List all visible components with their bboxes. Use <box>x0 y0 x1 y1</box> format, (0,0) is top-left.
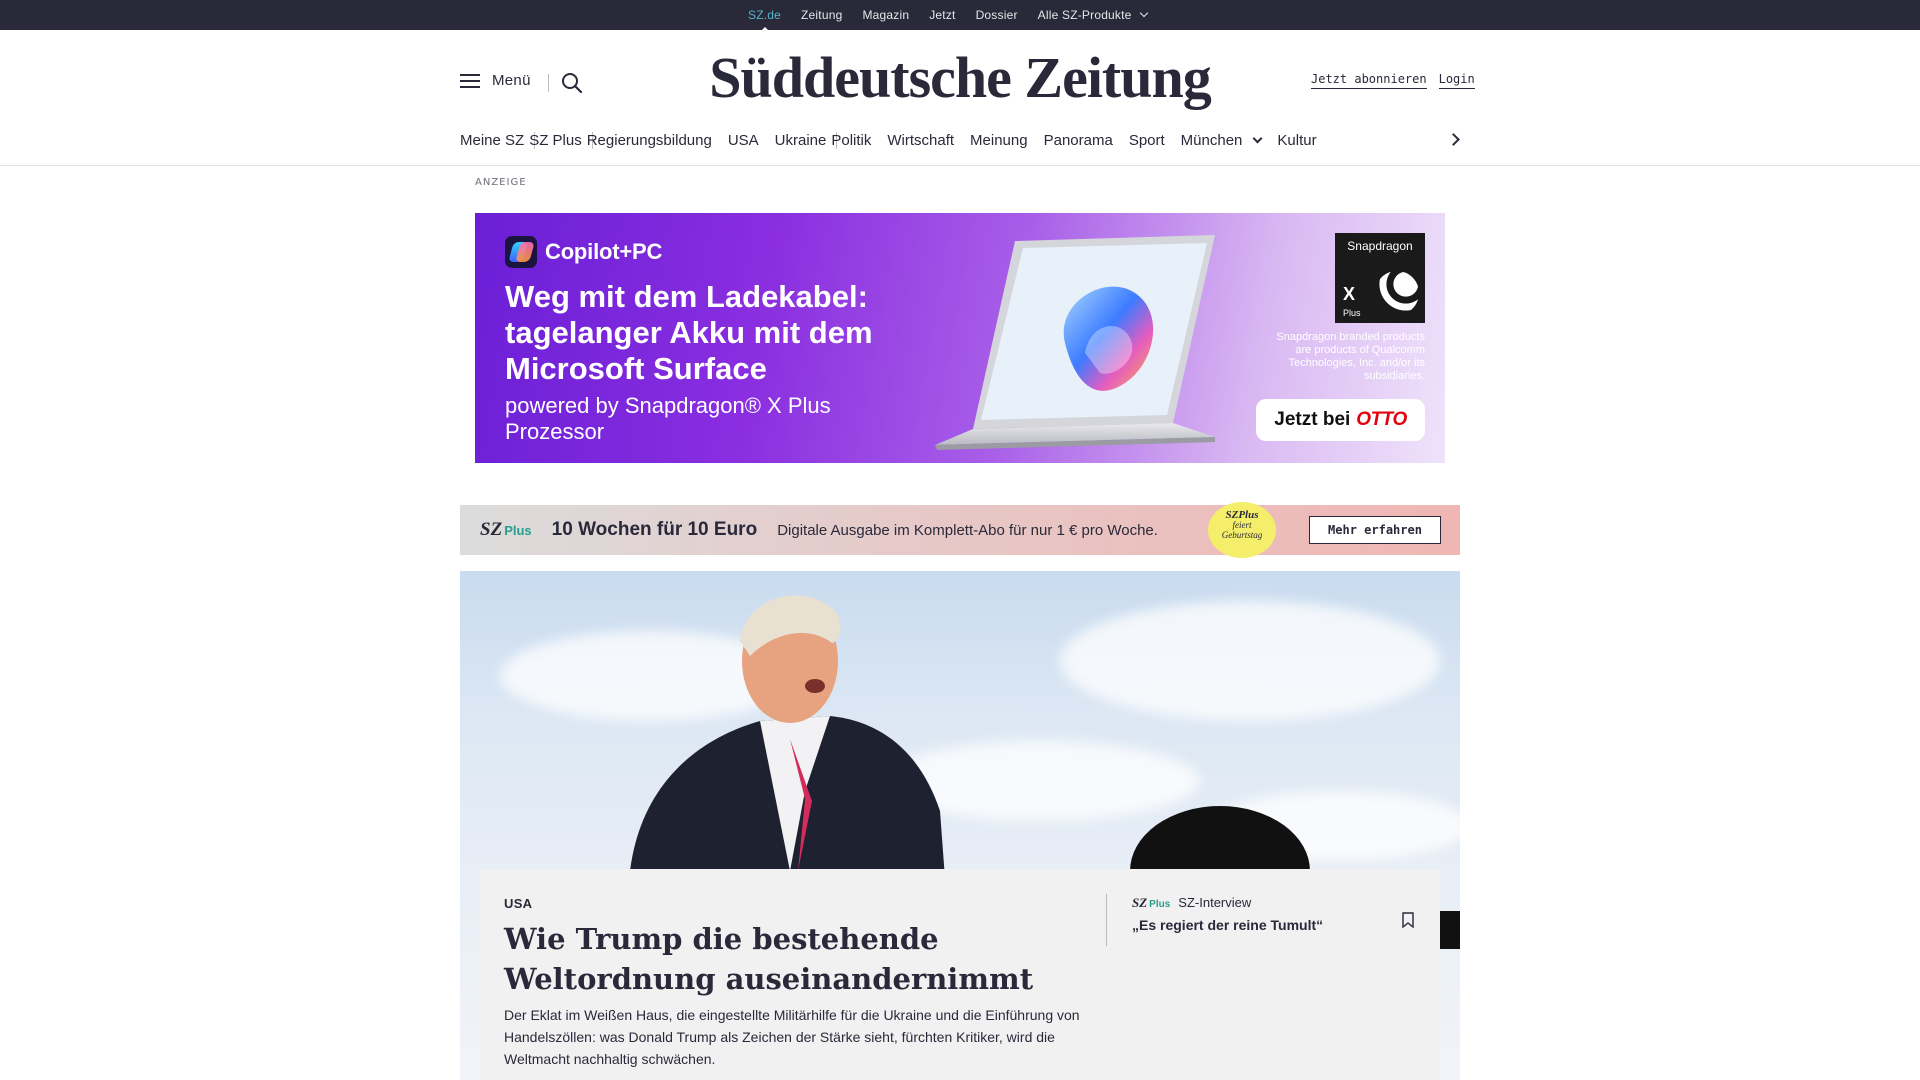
ad-disclaimer: Snapdragon branded products are products… <box>1276 331 1425 382</box>
account-links: Jetzt abonnieren Login <box>1311 72 1475 89</box>
nav-item-muenchen-label: München <box>1180 131 1243 149</box>
mehr-erfahren-button[interactable]: Mehr erfahren <box>1309 516 1441 544</box>
nav-item-politik[interactable]: Politik <box>831 132 871 149</box>
related-article-label: SZ-Interview <box>1178 895 1252 910</box>
nav-item-meine-sz[interactable]: Meine SZ <box>460 132 524 149</box>
site-logo[interactable]: Süddeutsche Zeitung <box>700 44 1220 111</box>
nav-item-ukraine[interactable]: Ukraine <box>775 132 827 149</box>
search-button[interactable] <box>561 72 583 94</box>
nav-item-muenchen[interactable]: München <box>1180 131 1263 149</box>
header-divider <box>548 74 549 92</box>
badge-line-2: feiert <box>1232 520 1252 530</box>
bookmark-icon[interactable] <box>1402 912 1414 928</box>
topbar-link-alle-produkte[interactable]: Alle SZ-Produkte <box>1037 8 1148 22</box>
otto-logo: OTTO <box>1356 409 1407 430</box>
ad-headline: Weg mit dem Ladekabel: tagelanger Akku m… <box>505 279 873 386</box>
article-teaser-text: Der Eklat im Weißen Haus, die eingestell… <box>504 1007 1080 1067</box>
related-article-header: SZ Plus SZ-Interview <box>1132 895 1392 911</box>
ad-brand-label: Copilot+PC <box>545 239 663 264</box>
nav-scroll-right-icon[interactable] <box>1447 133 1460 146</box>
badge-line-1: SZPlus <box>1225 509 1259 521</box>
topbar-link-szde[interactable]: SZ.de <box>748 8 781 32</box>
ad-cta-prefix: Jetzt bei <box>1274 409 1351 430</box>
nav-item-usa[interactable]: USA <box>728 132 759 149</box>
menu-label: Menü <box>492 72 531 89</box>
related-article-title: „Es regiert der reine Tumult“ <box>1132 917 1324 933</box>
ad-banner[interactable]: Copilot+PC Weg mit dem Ladekabel: tagela… <box>475 213 1445 463</box>
nav-item-wirtschaft[interactable]: Wirtschaft <box>887 132 954 149</box>
snapdragon-swirl-icon <box>1375 271 1419 315</box>
top-bar-nav: SZ.de Zeitung Magazin Jetzt Dossier Alle… <box>748 0 1167 32</box>
article-headline[interactable]: Wie Trump die bestehende Weltordnung aus… <box>504 919 1104 999</box>
nav-item-regierungsbildung[interactable]: Regierungsbildung <box>587 132 712 149</box>
birthday-badge: SZPlus feiert Geburtstag <box>1208 502 1276 558</box>
copilot-logo-icon <box>505 236 537 268</box>
search-icon <box>562 73 583 94</box>
promo-description: Digitale Ausgabe im Komplett-Abo für nur… <box>777 521 1158 539</box>
sz-plus-logo: SZ Plus <box>480 519 532 541</box>
chevron-down-icon <box>1252 133 1263 143</box>
menu-button[interactable]: Menü <box>460 72 531 89</box>
snapdragon-logo: Snapdragon X Plus <box>1335 233 1425 323</box>
snapdragon-x: X <box>1343 284 1356 304</box>
teaser-divider <box>1106 894 1107 946</box>
sz-plus-logo-plus: Plus <box>504 523 532 538</box>
sz-plus-logo-sz: SZ <box>1132 895 1148 910</box>
related-article[interactable]: SZ Plus SZ-Interview „Es regiert der rei… <box>1132 895 1392 933</box>
topbar-link-jetzt[interactable]: Jetzt <box>929 8 955 22</box>
sz-plus-promo-banner[interactable]: SZ Plus 10 Wochen für 10 Euro Digitale A… <box>460 502 1460 558</box>
ad-brand: Copilot+PC <box>505 236 662 268</box>
nav-item-sz-plus[interactable]: SZ Plus <box>529 132 582 149</box>
sz-plus-logo-sz: SZ <box>480 519 503 540</box>
nav-item-panorama[interactable]: Panorama <box>1044 132 1113 149</box>
laptop-image <box>935 235 1215 450</box>
nav-item-meinung[interactable]: Meinung <box>970 132 1028 149</box>
site-header: Menü Süddeutsche Zeitung Jetzt abonniere… <box>0 30 1920 166</box>
ad-label: ANZEIGE <box>475 177 527 188</box>
ad-cta-button[interactable]: Jetzt bei OTTO <box>1256 399 1425 441</box>
topbar-link-zeitung[interactable]: Zeitung <box>801 8 842 22</box>
badge-line-3: Geburtstag <box>1221 530 1263 540</box>
promo-title: 10 Wochen für 10 Euro <box>551 519 758 540</box>
hamburger-icon <box>460 73 480 88</box>
article-kicker[interactable]: USA <box>504 896 532 911</box>
chevron-down-icon <box>1139 8 1148 18</box>
login-link[interactable]: Login <box>1438 72 1475 89</box>
ad-subline: powered by Snapdragon® X Plus Prozessor <box>505 393 831 444</box>
sz-plus-logo: SZ Plus <box>1132 895 1170 911</box>
main-nav: Meine SZ SZ Plus Regierungsbildung USA U… <box>460 129 1317 151</box>
subscribe-link[interactable]: Jetzt abonnieren <box>1311 72 1427 89</box>
topbar-link-dossier[interactable]: Dossier <box>976 8 1018 22</box>
topbar-link-magazin[interactable]: Magazin <box>862 8 909 22</box>
hero-teaser-card: USA Wie Trump die bestehende Weltordnung… <box>480 869 1440 1080</box>
snapdragon-plus: Plus <box>1343 308 1361 318</box>
nav-item-sport[interactable]: Sport <box>1129 132 1165 149</box>
top-bar: SZ.de Zeitung Magazin Jetzt Dossier Alle… <box>0 0 1920 32</box>
snapdragon-name: Snapdragon <box>1347 239 1413 253</box>
topbar-link-alle-produkte-label: Alle SZ-Produkte <box>1037 8 1132 22</box>
nav-item-kultur[interactable]: Kultur <box>1277 132 1316 149</box>
sz-plus-logo-plus: Plus <box>1149 899 1171 910</box>
